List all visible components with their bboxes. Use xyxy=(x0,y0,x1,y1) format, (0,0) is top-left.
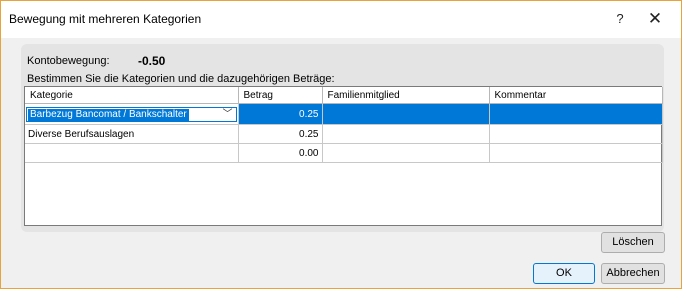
content-panel: Kontobewegung: -0.50 Bestimmen Sie die K… xyxy=(21,44,664,232)
comment-cell[interactable] xyxy=(489,143,663,163)
amount-cell[interactable]: 0.25 xyxy=(238,124,323,144)
dialog-window: Bewegung mit mehreren Kategorien ? ✕ Kon… xyxy=(0,0,682,289)
category-cell[interactable] xyxy=(25,143,239,163)
dialog-title: Bewegung mit mehreren Kategorien xyxy=(9,12,202,26)
cancel-button[interactable]: Abbrechen xyxy=(601,263,665,284)
title-bar: Bewegung mit mehreren Kategorien ? ✕ xyxy=(1,1,681,38)
family-member-cell[interactable] xyxy=(322,143,490,163)
category-cell[interactable]: Diverse Berufsauslagen xyxy=(25,124,239,144)
table-row[interactable]: Barbezug Bancomat / Bankschalter ﹀ 0.25 xyxy=(25,103,663,125)
family-member-cell[interactable] xyxy=(322,124,490,144)
comment-cell[interactable] xyxy=(489,124,663,144)
amount-cell[interactable]: 0.00 xyxy=(238,143,323,163)
category-grid[interactable]: Kategorie Betrag Familienmitglied Kommen… xyxy=(24,86,663,226)
category-cell[interactable]: Barbezug Bancomat / Bankschalter ﹀ xyxy=(25,103,239,125)
account-movement-label: Kontobewegung: xyxy=(27,55,110,67)
table-row[interactable]: Diverse Berufsauslagen 0.25 xyxy=(25,124,663,144)
column-header-kommentar[interactable]: Kommentar xyxy=(489,87,663,104)
close-button[interactable]: ✕ xyxy=(641,7,669,31)
column-header-betrag[interactable]: Betrag xyxy=(238,87,323,104)
family-member-cell[interactable] xyxy=(322,103,490,125)
account-movement-value: -0.50 xyxy=(138,54,166,68)
table-row[interactable]: 0.00 xyxy=(25,143,663,163)
category-dropdown[interactable]: Barbezug Bancomat / Bankschalter ﹀ xyxy=(26,106,237,122)
chevron-down-icon[interactable]: ﹀ xyxy=(223,109,233,121)
column-header-familienmitglied[interactable]: Familienmitglied xyxy=(322,87,490,104)
category-dropdown-value: Barbezug Bancomat / Bankschalter xyxy=(28,108,189,121)
comment-cell[interactable] xyxy=(489,103,663,125)
grid-header-row: Kategorie Betrag Familienmitglied Kommen… xyxy=(25,87,663,104)
help-button[interactable]: ? xyxy=(606,7,634,31)
column-header-kategorie[interactable]: Kategorie xyxy=(25,87,239,104)
amount-cell[interactable]: 0.25 xyxy=(238,103,323,125)
ok-button[interactable]: OK xyxy=(533,263,595,284)
delete-button[interactable]: Löschen xyxy=(601,232,665,253)
instruction-text: Bestimmen Sie die Kategorien und die daz… xyxy=(27,73,335,85)
